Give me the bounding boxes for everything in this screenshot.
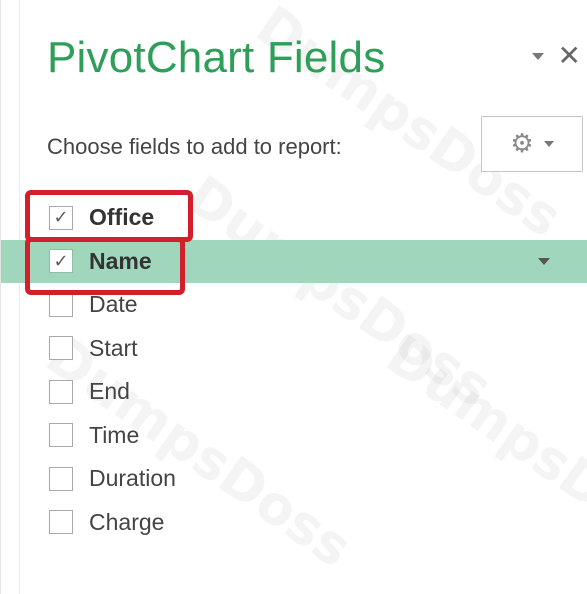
field-row-duration[interactable]: Duration [1, 457, 587, 501]
field-list: ✓ Office ✓ Name Date Start End Time Dura… [1, 196, 587, 544]
field-checkbox[interactable] [49, 423, 73, 448]
chevron-down-icon[interactable] [531, 52, 544, 60]
field-checkbox[interactable] [49, 466, 73, 491]
field-label: Time [89, 421, 140, 448]
chevron-down-icon[interactable] [538, 257, 550, 265]
field-row-start[interactable]: Start [1, 327, 587, 371]
pivotchart-fields-pane: DumpsDoss DumpsDoss DumpsDoss DumpsDoss … [0, 0, 587, 594]
field-row-charge[interactable]: Charge [1, 501, 587, 545]
field-row-date[interactable]: Date [1, 283, 587, 327]
field-row-name[interactable]: ✓ Name [1, 239, 587, 283]
field-row-office[interactable]: ✓ Office [1, 196, 587, 240]
field-checkbox[interactable] [49, 510, 73, 535]
field-label: Duration [89, 465, 176, 492]
field-label: Start [89, 334, 138, 361]
field-label: Charge [89, 508, 165, 535]
field-checkbox[interactable]: ✓ [49, 205, 73, 230]
choose-fields-label: Choose fields to add to report: [47, 134, 342, 159]
field-label: Name [89, 247, 152, 274]
field-checkbox[interactable] [49, 336, 73, 361]
field-label: Office [89, 204, 155, 231]
field-row-time[interactable]: Time [1, 414, 587, 458]
gear-icon: ⚙ [510, 129, 534, 159]
field-row-end[interactable]: End [1, 370, 587, 414]
tools-button[interactable]: ⚙ [481, 116, 583, 172]
field-checkbox[interactable] [49, 379, 73, 404]
close-icon[interactable]: ✕ [558, 42, 581, 70]
title-controls: ✕ [531, 42, 581, 70]
field-label: Date [89, 291, 138, 318]
pane-title: PivotChart Fields [47, 33, 386, 82]
field-label: End [89, 378, 130, 405]
chevron-down-icon [543, 141, 554, 147]
field-checkbox[interactable] [49, 292, 73, 317]
field-checkbox[interactable]: ✓ [49, 249, 73, 274]
